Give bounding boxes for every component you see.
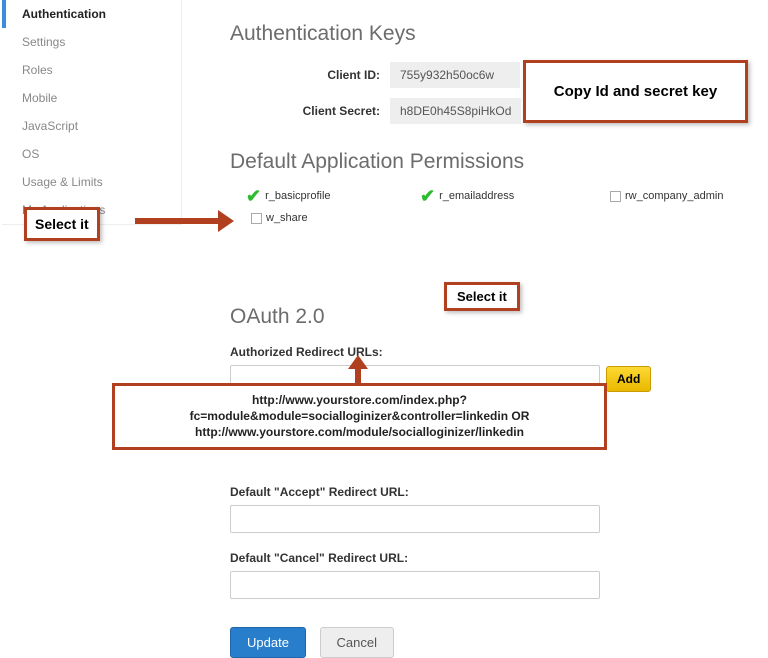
hint-line3: http://www.yourstore.com/module/sociallo…: [123, 424, 596, 440]
permissions-group: ✔ r_basicprofile ✔ r_emailaddress rw_com…: [230, 190, 750, 235]
label-accept-redirect: Default "Accept" Redirect URL:: [230, 485, 750, 499]
sidebar-item-mobile[interactable]: Mobile: [2, 84, 181, 112]
perm-rw-company-admin[interactable]: rw_company_admin: [610, 190, 723, 202]
annotation-select-it-1: Select it: [24, 207, 100, 241]
perm-label: rw_company_admin: [625, 190, 723, 202]
arrow-right-icon: [135, 218, 220, 224]
heading-auth-keys: Authentication Keys: [230, 22, 750, 46]
input-cancel-redirect[interactable]: [230, 571, 600, 599]
annotation-select-it-2: Select it: [444, 282, 520, 311]
update-button[interactable]: Update: [230, 627, 306, 658]
add-button[interactable]: Add: [606, 366, 651, 392]
checkbox-icon: [610, 191, 621, 202]
checkbox-icon: [251, 213, 262, 224]
check-icon: ✔: [420, 191, 435, 201]
heading-permissions: Default Application Permissions: [230, 150, 750, 174]
label-cancel-redirect: Default "Cancel" Redirect URL:: [230, 551, 750, 565]
hint-line1: http://www.yourstore.com/index.php?: [123, 392, 596, 408]
sidebar-item-settings[interactable]: Settings: [2, 28, 181, 56]
hint-line2: fc=module&module=socialloginizer&control…: [123, 408, 596, 424]
perm-r-basicprofile[interactable]: ✔ r_basicprofile: [246, 190, 331, 202]
perm-r-emailaddress[interactable]: ✔ r_emailaddress: [420, 190, 514, 202]
perm-label: w_share: [266, 212, 308, 224]
perm-w-share[interactable]: w_share: [251, 212, 308, 224]
oauth-section: OAuth 2.0 Authorized Redirect URLs: Add …: [230, 305, 750, 658]
cancel-button[interactable]: Cancel: [320, 627, 394, 658]
sidebar-item-authentication[interactable]: Authentication: [2, 0, 181, 28]
sidebar-item-os[interactable]: OS: [2, 140, 181, 168]
check-icon: ✔: [246, 191, 261, 201]
value-client-secret: h8DE0h45S8piHkOd: [390, 98, 521, 124]
sidebar-item-roles[interactable]: Roles: [2, 56, 181, 84]
annotation-copy-keys: Copy Id and secret key: [523, 60, 748, 123]
label-client-secret: Client Secret:: [280, 104, 390, 118]
perm-label: r_basicprofile: [265, 190, 330, 202]
sidebar-item-javascript[interactable]: JavaScript: [2, 112, 181, 140]
perm-label: r_emailaddress: [439, 190, 514, 202]
label-client-id: Client ID:: [280, 68, 390, 82]
label-auth-redirect: Authorized Redirect URLs:: [230, 345, 750, 359]
sidebar-item-usage-limits[interactable]: Usage & Limits: [2, 168, 181, 196]
annotation-redirect-hint: http://www.yourstore.com/index.php? fc=m…: [112, 383, 607, 450]
value-client-id: 755y932h50oc6w: [390, 62, 520, 88]
input-accept-redirect[interactable]: [230, 505, 600, 533]
sidebar: Authentication Settings Roles Mobile Jav…: [2, 0, 182, 225]
